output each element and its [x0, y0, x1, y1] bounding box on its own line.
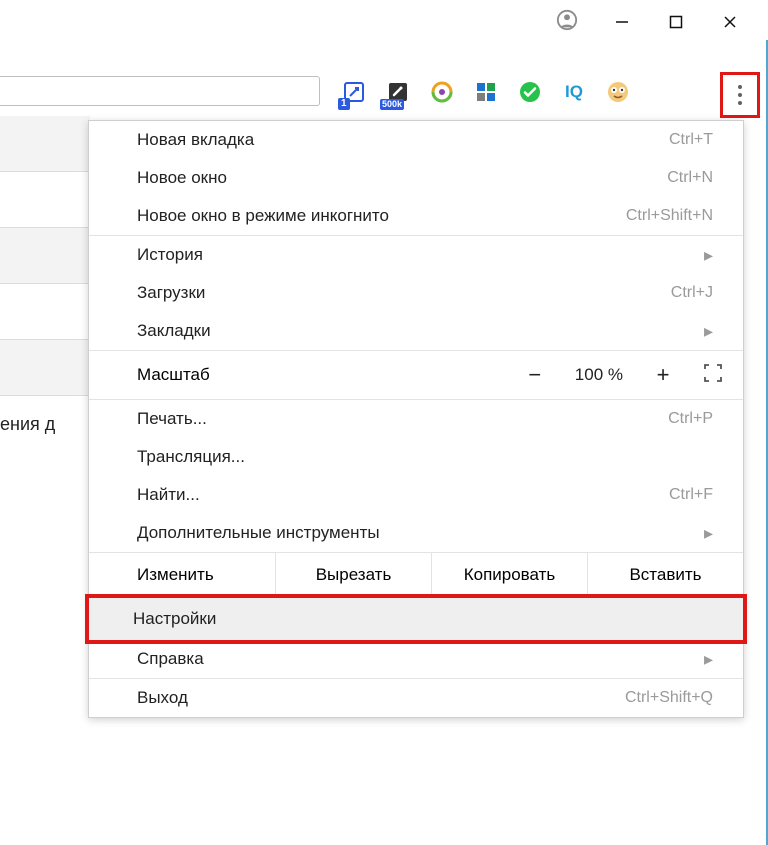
menu-item-cast[interactable]: Трансляция...	[89, 438, 743, 476]
zoom-level: 100 %	[575, 365, 623, 385]
kebab-icon	[738, 83, 742, 107]
chevron-right-icon: ▸	[704, 649, 713, 670]
paste-button[interactable]: Вставить	[587, 553, 743, 597]
chevron-right-icon: ▸	[704, 321, 713, 342]
menu-item-print[interactable]: Печать... Ctrl+P	[89, 400, 743, 438]
extension-icon-iq[interactable]: IQ	[560, 78, 588, 106]
menu-item-edit-row: Изменить Вырезать Копировать Вставить	[89, 553, 743, 597]
window-titlebar	[0, 0, 768, 44]
copy-button[interactable]: Копировать	[431, 553, 587, 597]
page-left-strip: ения д	[0, 116, 90, 452]
address-bar[interactable]	[0, 76, 320, 106]
minimize-button[interactable]	[612, 12, 632, 32]
browser-toolbar: 1 500k IQ	[0, 72, 768, 112]
extension-icon-7[interactable]	[604, 78, 632, 106]
menu-item-incognito[interactable]: Новое окно в режиме инкогнито Ctrl+Shift…	[89, 197, 743, 235]
menu-button[interactable]	[723, 75, 757, 115]
menu-item-more-tools[interactable]: Дополнительные инструменты ▸	[89, 514, 743, 552]
extension-icon-4[interactable]	[472, 78, 500, 106]
browser-menu: Новая вкладка Ctrl+T Новое окно Ctrl+N Н…	[88, 120, 744, 718]
extension-icons: 1 500k IQ	[340, 72, 632, 112]
edit-label: Изменить	[89, 553, 275, 597]
cut-button[interactable]: Вырезать	[275, 553, 431, 597]
fullscreen-icon[interactable]	[703, 363, 723, 388]
menu-item-bookmarks[interactable]: Закладки ▸	[89, 312, 743, 350]
extension-icon-2[interactable]: 500k	[384, 78, 412, 106]
menu-item-zoom: Масштаб − 100 % +	[89, 351, 743, 399]
extension-icon-3[interactable]	[428, 78, 456, 106]
extension-icon-5[interactable]	[516, 78, 544, 106]
zoom-out-button[interactable]: −	[523, 362, 547, 388]
menu-item-new-window[interactable]: Новое окно Ctrl+N	[89, 159, 743, 197]
extension-badge-1: 1	[338, 98, 350, 110]
chevron-right-icon: ▸	[704, 523, 713, 544]
user-circle-icon[interactable]	[556, 9, 578, 36]
menu-button-highlight	[720, 72, 760, 118]
zoom-in-button[interactable]: +	[651, 362, 675, 388]
menu-item-new-tab[interactable]: Новая вкладка Ctrl+T	[89, 121, 743, 159]
menu-item-help[interactable]: Справка ▸	[89, 640, 743, 678]
menu-item-find[interactable]: Найти... Ctrl+F	[89, 476, 743, 514]
menu-item-exit[interactable]: Выход Ctrl+Shift+Q	[89, 679, 743, 717]
close-button[interactable]	[720, 12, 740, 32]
maximize-button[interactable]	[666, 12, 686, 32]
menu-item-downloads[interactable]: Загрузки Ctrl+J	[89, 274, 743, 312]
extension-icon-1[interactable]: 1	[340, 78, 368, 106]
extension-badge-2: 500k	[380, 99, 404, 110]
chevron-right-icon: ▸	[704, 245, 713, 266]
menu-item-history[interactable]: История ▸	[89, 236, 743, 274]
menu-item-settings[interactable]: Настройки	[85, 594, 747, 644]
